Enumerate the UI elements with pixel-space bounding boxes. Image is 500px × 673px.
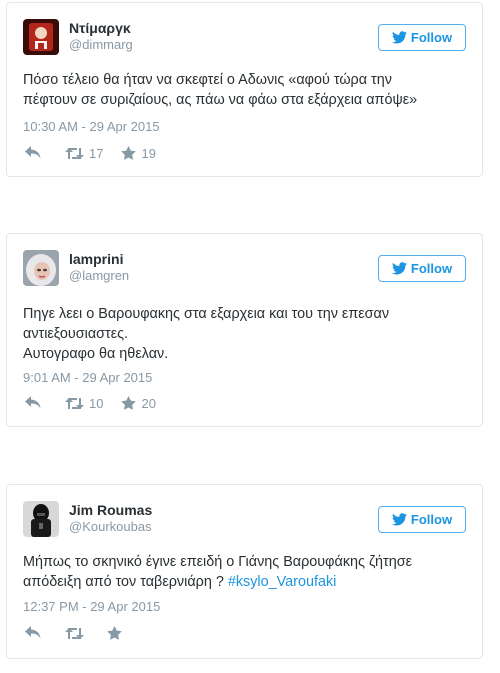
favorite-button[interactable] [107, 626, 127, 640]
tweet-timestamp[interactable]: 12:37 PM - 29 Apr 2015 [23, 599, 160, 614]
username[interactable]: @dimmarg [69, 37, 133, 53]
tweet-text-line: πέφτουν σε συριζαίους, ας πάω να φάω στα… [23, 92, 418, 108]
retweet-icon [65, 627, 84, 639]
tweet-timestamp[interactable]: 10:30 AM - 29 Apr 2015 [23, 119, 160, 134]
tweet-header: lamprini @lamgren Follow [23, 250, 466, 290]
twitter-bird-icon [391, 513, 407, 526]
favorite-button[interactable]: 20 [121, 395, 156, 411]
tweet-card: Jim Roumas @Kourkoubas Follow Μήπως το σ… [6, 484, 483, 659]
tweet-text-line: αντιεξουσιαστες. [23, 326, 129, 342]
tweet-actions [25, 625, 127, 641]
follow-button[interactable]: Follow [378, 24, 466, 51]
display-name[interactable]: lamprini [69, 251, 129, 268]
star-icon [107, 626, 122, 640]
reply-button[interactable] [25, 626, 41, 640]
follow-label: Follow [410, 512, 453, 527]
reply-button[interactable] [25, 146, 41, 160]
retweet-count: 17 [89, 145, 104, 161]
user-names: Ντίμαργκ @dimmarg [69, 20, 133, 53]
tweet-text-segment: απόδειξη από τον ταβερνιάρη ? [23, 574, 228, 590]
tweet-card: Ντίμαργκ @dimmarg Follow Πόσο τέλειο θα … [6, 2, 483, 177]
tweet-timestamp[interactable]: 9:01 AM - 29 Apr 2015 [23, 370, 152, 385]
tweet-header: Jim Roumas @Kourkoubas Follow [23, 501, 466, 541]
tweet-text-line: απόδειξη από τον ταβερνιάρη ? #ksylo_Var… [23, 572, 468, 592]
tweet-text: Πόσο τέλειο θα ήταν να σκεφτεί ο Αδωνις … [23, 70, 468, 110]
display-name[interactable]: Jim Roumas [69, 502, 152, 519]
reply-icon [25, 146, 41, 159]
tweet-actions: 10 20 [25, 395, 156, 411]
user-names: Jim Roumas @Kourkoubas [69, 502, 152, 535]
avatar[interactable] [23, 501, 59, 537]
username[interactable]: @lamgren [69, 268, 129, 284]
retweet-button[interactable] [65, 627, 89, 640]
hashtag-link[interactable]: #ksylo_Varoufaki [228, 574, 337, 590]
tweet-text-line: Αυτογραφο θα ηθελαν. [23, 346, 169, 362]
tweet-card: lamprini @lamgren Follow Πηγε λεει ο Βαρ… [6, 233, 483, 427]
reply-icon [25, 626, 41, 639]
tweet-text: Μήπως το σκηνικό έγινε επειδή ο Γιάνης Β… [23, 552, 468, 592]
username[interactable]: @Kourkoubas [69, 519, 152, 535]
star-icon [121, 396, 137, 410]
favorite-count: 19 [141, 145, 156, 161]
retweet-count: 10 [89, 395, 104, 411]
follow-label: Follow [410, 261, 453, 276]
display-name[interactable]: Ντίμαργκ [69, 20, 133, 37]
follow-label: Follow [410, 30, 453, 45]
follow-button[interactable]: Follow [378, 506, 466, 533]
tweet-text-line: Μήπως το σκηνικό έγινε επειδή ο Γιάνης Β… [23, 554, 413, 570]
favorite-button[interactable]: 19 [121, 145, 156, 161]
favorite-count: 20 [141, 395, 156, 411]
reply-icon [25, 396, 41, 409]
retweet-icon [65, 397, 84, 409]
follow-button[interactable]: Follow [378, 255, 466, 282]
user-names: lamprini @lamgren [69, 251, 129, 284]
twitter-bird-icon [391, 262, 407, 275]
avatar[interactable] [23, 250, 59, 286]
star-icon [121, 146, 137, 160]
twitter-bird-icon [391, 31, 407, 44]
tweet-text-line: Πόσο τέλειο θα ήταν να σκεφτεί ο Αδωνις … [23, 72, 392, 88]
tweet-actions: 17 19 [25, 145, 156, 161]
retweet-button[interactable]: 17 [65, 146, 103, 161]
retweet-button[interactable]: 10 [65, 396, 103, 411]
tweet-text: Πηγε λεει ο Βαρουφακης στα εξαρχεια και … [23, 304, 468, 364]
avatar[interactable] [23, 19, 59, 55]
retweet-icon [65, 147, 84, 159]
tweet-text-line: Πηγε λεει ο Βαρουφακης στα εξαρχεια και … [23, 306, 390, 322]
reply-button[interactable] [25, 396, 41, 410]
tweet-header: Ντίμαργκ @dimmarg Follow [23, 19, 466, 59]
